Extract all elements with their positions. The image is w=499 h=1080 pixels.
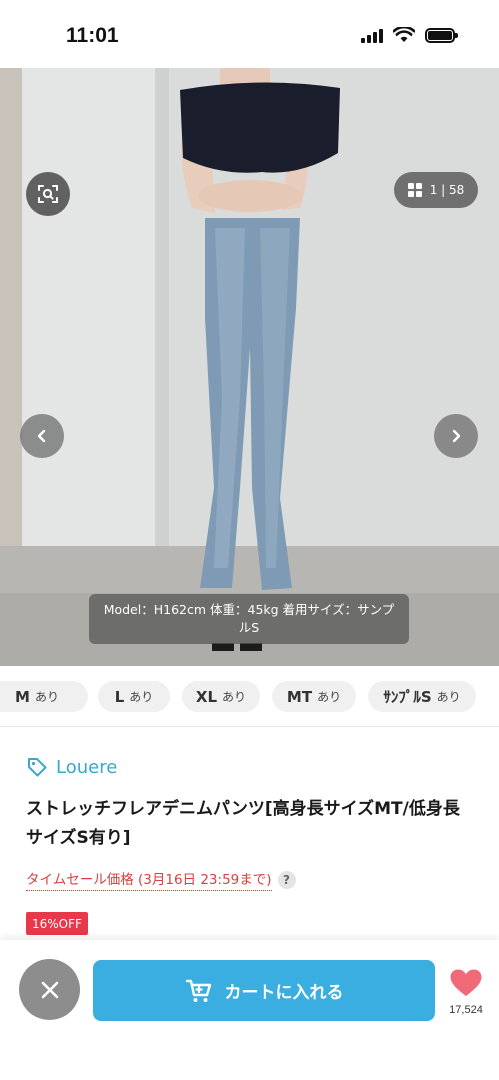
size-chip-sample-s[interactable]: ｻﾝﾌﾟﾙS あり xyxy=(368,681,476,712)
image-counter-button[interactable]: 1 | 58 xyxy=(394,172,478,208)
close-icon xyxy=(41,981,58,998)
product-photo xyxy=(0,68,499,666)
heart-icon xyxy=(450,969,482,996)
previous-image-button[interactable] xyxy=(20,414,64,458)
size-label: L xyxy=(114,687,125,706)
model-caption: Model：H162cm 体重：45kg 着用サイズ：サンプルS xyxy=(89,594,409,644)
stock-label: あり xyxy=(129,690,154,704)
size-chip-l[interactable]: L あり xyxy=(98,681,170,712)
favorite-count: 17,524 xyxy=(449,1004,483,1016)
status-time: 11:01 xyxy=(66,24,119,47)
image-search-icon xyxy=(38,185,58,203)
size-label: MT xyxy=(286,687,313,706)
product-title: ストレッチフレアデニムパンツ[高身長サイズMT/低身長サイズS有り] xyxy=(26,799,460,848)
battery-icon xyxy=(425,27,458,43)
time-sale-info[interactable]: タイムセール価格 (3月16日 23:59まで) ? xyxy=(26,868,296,891)
brand-name: Louere xyxy=(56,756,118,778)
add-to-cart-button[interactable]: カートに入れる xyxy=(93,960,435,1021)
status-icons xyxy=(361,27,458,43)
stock-label: あり xyxy=(317,690,342,704)
stock-label: あり xyxy=(436,690,461,704)
close-button[interactable] xyxy=(19,959,80,1020)
size-label: M xyxy=(15,687,30,706)
next-image-button[interactable] xyxy=(434,414,478,458)
size-selector: M あり L あり XL あり MT あり ｻﾝﾌﾟﾙS あり xyxy=(0,666,499,726)
chevron-right-icon xyxy=(452,429,461,443)
chevron-left-icon xyxy=(37,429,46,443)
stock-label: あり xyxy=(222,690,247,704)
size-chip-m[interactable]: M あり xyxy=(0,681,88,712)
favorite-button[interactable]: 17,524 xyxy=(444,968,488,1016)
stock-label: あり xyxy=(34,690,59,704)
size-label: XL xyxy=(195,687,218,706)
divider xyxy=(0,726,499,727)
size-chip-xl[interactable]: XL あり xyxy=(182,681,260,712)
cellular-signal-icon xyxy=(361,28,383,43)
image-counter-text: 1 | 58 xyxy=(429,183,465,197)
wifi-icon xyxy=(393,27,415,42)
brand-link[interactable]: Louere xyxy=(26,756,117,778)
product-image-gallery[interactable]: 1 | 58 xyxy=(0,68,499,666)
cart-icon xyxy=(185,979,211,1002)
tag-icon xyxy=(28,758,47,777)
help-icon[interactable]: ? xyxy=(277,870,296,889)
size-label: ｻﾝﾌﾟﾙS xyxy=(383,688,432,706)
image-search-button[interactable] xyxy=(26,172,70,216)
discount-badge: 16%OFF xyxy=(26,912,88,935)
size-chip-mt[interactable]: MT あり xyxy=(272,681,356,712)
bottom-action-bar: カートに入れる 17,524 xyxy=(0,940,499,1080)
time-sale-label: タイムセール価格 (3月16日 23:59まで) xyxy=(26,868,272,891)
grid-view-icon xyxy=(407,183,422,197)
add-to-cart-label: カートに入れる xyxy=(224,983,344,1003)
status-bar: 11:01 xyxy=(0,0,499,68)
